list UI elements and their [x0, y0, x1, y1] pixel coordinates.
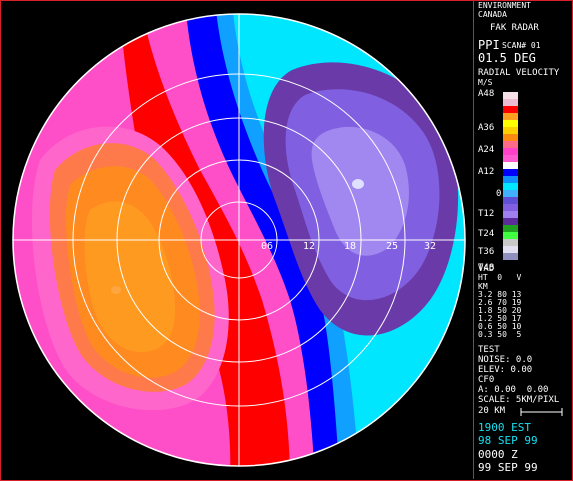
vad-row: 0.3 50 5 — [478, 330, 522, 339]
info-panel: ENVIRONMENT CANADA FAK RADAR PPI SCAN# 0… — [476, 0, 571, 479]
scale-value: SCALE: 5KM/PIXL — [478, 395, 560, 405]
legend-label: T12 — [478, 209, 495, 219]
org-name-line1: ENVIRONMENT — [478, 1, 531, 10]
a-values: A: 0.00 0.00 — [478, 385, 549, 395]
legend-swatch — [503, 211, 518, 218]
range-label: 25 — [386, 241, 398, 252]
legend-swatch — [503, 92, 518, 99]
panel-divider — [473, 0, 474, 479]
range-label: 12 — [303, 241, 315, 252]
cf0-label: CF0 — [478, 375, 495, 385]
legend-swatch — [503, 232, 518, 239]
noise-value: NOISE: 0.0 — [478, 355, 533, 365]
legend-swatch — [503, 141, 518, 148]
legend-swatch — [503, 253, 518, 260]
ppi-radar-display[interactable]: 06 12 18 25 32 — [0, 0, 473, 481]
legend-swatch — [503, 218, 518, 225]
product-unit: M/S — [478, 78, 493, 87]
legend-swatch — [503, 113, 518, 120]
local-date: 98 SEP 99 — [478, 434, 538, 447]
legend-swatch — [503, 99, 518, 106]
range-label: 18 — [344, 241, 356, 252]
distance-scale-bar — [520, 408, 563, 416]
scan-number: SCAN# 01 — [502, 41, 541, 50]
legend-swatch — [503, 169, 518, 176]
legend-label: 0 — [496, 189, 502, 199]
legend-swatch — [503, 106, 518, 113]
legend-swatch — [503, 162, 518, 169]
elev-value: ELEV: 0.00 — [478, 365, 533, 375]
elevation-angle: 01.5 DEG — [478, 51, 536, 65]
legend-swatch — [503, 246, 518, 253]
legend-label: A48 — [478, 89, 495, 99]
legend-swatch — [503, 197, 518, 204]
legend-label: A24 — [478, 145, 495, 155]
radar-name: FAK RADAR — [490, 23, 539, 33]
legend-swatch — [503, 176, 518, 183]
legend-swatch — [503, 120, 518, 127]
legend-swatch — [503, 148, 518, 155]
legend-swatch — [503, 225, 518, 232]
legend-label: A12 — [478, 167, 495, 177]
scan-mode: PPI — [478, 38, 500, 52]
org-name-line2: CANADA — [478, 10, 507, 19]
local-time: 1900 EST — [478, 421, 531, 434]
range-label: 32 — [424, 241, 436, 252]
vad-header: HT 0 V — [478, 273, 522, 282]
legend-swatch — [503, 190, 518, 197]
legend-swatch — [503, 155, 518, 162]
distance-scale-label: 20 KM — [478, 406, 506, 416]
range-label: 06 — [261, 241, 273, 252]
product-name: RADIAL VELOCITY — [478, 68, 560, 78]
legend-swatch — [503, 127, 518, 134]
utc-date: 99 SEP 99 — [478, 461, 538, 474]
test-title: TEST — [478, 345, 500, 355]
legend-label: T24 — [478, 229, 495, 239]
legend-label: A36 — [478, 123, 495, 133]
legend-swatch — [503, 134, 518, 141]
legend-swatch — [503, 183, 518, 190]
legend-swatch — [503, 239, 518, 246]
legend-swatch — [503, 204, 518, 211]
utc-time: 0000 Z — [478, 448, 518, 461]
legend-label: T36 — [478, 247, 495, 257]
